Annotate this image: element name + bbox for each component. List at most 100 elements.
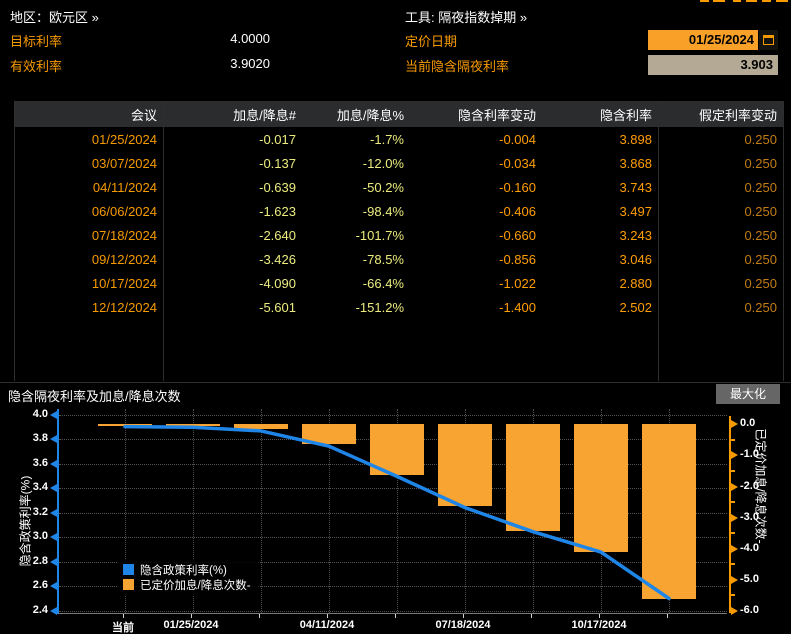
- chart-title: 隐含隔夜利率及加息/降息次数: [8, 389, 181, 404]
- left-tick-label: 3.2: [32, 505, 48, 518]
- current-implied-value-field[interactable]: 3.903: [648, 55, 778, 75]
- left-tick-label: 3.4: [32, 481, 48, 494]
- x-tick-label: 01/25/2024: [163, 619, 219, 631]
- x-tick-label: 07/18/2024: [435, 619, 491, 631]
- table-cell: 03/07/2024: [91, 155, 157, 171]
- tool-selector[interactable]: 工具: 隔夜指数掉期 »: [405, 7, 527, 26]
- table-divider-1: [163, 101, 164, 381]
- x-tick: [123, 614, 124, 618]
- table-row[interactable]: 12/12/2024 -5.601 -151.2% -1.400 2.502 0.250: [15, 295, 783, 319]
- right-tick-marker: [731, 420, 738, 429]
- table-row[interactable]: 04/11/2024 -0.639 -50.2% -0.160 3.743 0.250: [15, 175, 783, 199]
- table-cell: -0.137: [259, 155, 296, 171]
- left-tick-label: 2.6: [32, 579, 48, 592]
- pricing-date-label: 定价日期: [405, 34, 458, 49]
- table-cell: 0.250: [744, 179, 777, 195]
- table-cell: -0.856: [499, 251, 536, 267]
- column-header: 假定利率变动: [698, 107, 777, 123]
- column-header: 隐含利率: [599, 107, 652, 123]
- column-header: 加息/降息#: [233, 107, 296, 123]
- table-cell: 3.046: [619, 251, 652, 267]
- table-cell: 0.250: [744, 299, 777, 315]
- table-cell: 0.250: [744, 131, 777, 147]
- table-cell: -1.400: [499, 299, 536, 315]
- left-tick-marker: [50, 459, 57, 468]
- table-cell: -0.004: [499, 131, 536, 147]
- table-cell: -1.022: [499, 275, 536, 291]
- legend-swatch: [123, 579, 134, 590]
- table-right-border: [783, 101, 784, 381]
- right-tick-label: -1.0: [740, 448, 759, 461]
- calendar-button[interactable]: [759, 30, 778, 50]
- table-cell: -66.4%: [362, 275, 404, 291]
- legend-item: 隐含政策利率(%): [123, 562, 251, 577]
- right-minor-tick: [731, 532, 735, 535]
- table-cell: -0.034: [499, 155, 536, 171]
- right-tick-marker: [731, 513, 738, 522]
- table-cell: -1.7%: [370, 131, 404, 147]
- left-tick-label: 3.6: [32, 456, 48, 469]
- x-tick: [395, 614, 396, 618]
- table-cell: -101.7%: [355, 227, 404, 243]
- left-tick-marker: [50, 484, 57, 493]
- left-tick-label: 3.8: [32, 432, 48, 445]
- table-cell: -1.623: [259, 203, 296, 219]
- table-cell: 09/12/2024: [91, 251, 157, 267]
- right-tick-label: 0.0: [740, 417, 756, 430]
- pricing-date-input[interactable]: 01/25/2024: [648, 30, 758, 50]
- right-minor-tick: [731, 438, 735, 441]
- x-tick-label: 04/11/2024: [299, 619, 355, 631]
- effective-rate-label: 有效利率: [10, 59, 63, 74]
- terminal-screen: 地区：欧元区 » 工具: 隔夜指数掉期 » 目标利率 4.0000 有效利率 3…: [0, 0, 791, 634]
- x-tick: [463, 614, 464, 618]
- table-row[interactable]: 09/12/2024 -3.426 -78.5% -0.856 3.046 0.250: [15, 247, 783, 271]
- table-row[interactable]: 03/07/2024 -0.137 -12.0% -0.034 3.868 0.250: [15, 151, 783, 175]
- column-header: 会议: [130, 107, 157, 123]
- table-cell: -0.017: [259, 131, 296, 147]
- table-cell: 01/25/2024: [91, 131, 157, 147]
- right-tick-marker: [731, 451, 738, 460]
- table-cell: 07/18/2024: [91, 227, 157, 243]
- effective-rate-value: 3.9020: [230, 56, 270, 71]
- right-minor-tick: [731, 594, 735, 597]
- left-tick-marker: [50, 410, 57, 419]
- table-cell: 3.868: [619, 155, 652, 171]
- left-tick-label: 3.0: [32, 530, 48, 543]
- right-tick-label: -2.0: [740, 479, 759, 492]
- table-row[interactable]: 01/25/2024 -0.017 -1.7% -0.004 3.898 0.250: [15, 127, 783, 151]
- table-row[interactable]: 06/06/2024 -1.623 -98.4% -0.406 3.497 0.250: [15, 199, 783, 223]
- table-row[interactable]: 07/18/2024 -2.640 -101.7% -0.660 3.243 0.250: [15, 223, 783, 247]
- left-tick-marker: [50, 557, 57, 566]
- table-cell: 3.898: [619, 131, 652, 147]
- table-cell: 3.743: [619, 179, 652, 195]
- table-cell: 0.250: [744, 227, 777, 243]
- meetings-table: 会议 加息/降息# 加息/降息% 隐含利率变动 隐含利率 假定利率变动 01/25/202…: [15, 101, 783, 319]
- calendar-icon: [763, 35, 774, 45]
- right-tick-label: -6.0: [740, 603, 759, 616]
- maximize-button[interactable]: 最大化: [716, 384, 780, 404]
- table-row[interactable]: 10/17/2024 -4.090 -66.4% -1.022 2.880 0.250: [15, 271, 783, 295]
- x-tick: [667, 614, 668, 618]
- table-cell: -5.601: [259, 299, 296, 315]
- table-divider-2: [658, 101, 659, 381]
- legend-label: 已定价加息/降息次数-: [140, 579, 251, 592]
- x-tick: [531, 614, 532, 618]
- left-tick-label: 4.0: [32, 407, 48, 420]
- x-tick: [327, 614, 328, 618]
- table-cell: 3.243: [619, 227, 652, 243]
- table-cell: 06/06/2024: [91, 203, 157, 219]
- table-cell: -98.4%: [362, 203, 404, 219]
- right-tick-marker: [731, 544, 738, 553]
- table-cell: 0.250: [744, 203, 777, 219]
- x-tick-label: 10/17/2024: [571, 619, 627, 631]
- region-selector[interactable]: 地区：欧元区 »: [10, 7, 99, 26]
- table-cell: 0.250: [744, 275, 777, 291]
- table-cell: 10/17/2024: [91, 275, 157, 291]
- table-header-row: 会议 加息/降息# 加息/降息% 隐含利率变动 隐含利率 假定利率变动: [15, 101, 783, 127]
- target-rate-value: 4.0000: [230, 31, 270, 46]
- legend-swatch: [123, 564, 134, 575]
- legend-label: 隐含政策利率(%): [140, 564, 227, 577]
- current-implied-label: 当前隐含隔夜利率: [405, 59, 510, 74]
- table-cell: -0.639: [259, 179, 296, 195]
- table-cell: 3.497: [619, 203, 652, 219]
